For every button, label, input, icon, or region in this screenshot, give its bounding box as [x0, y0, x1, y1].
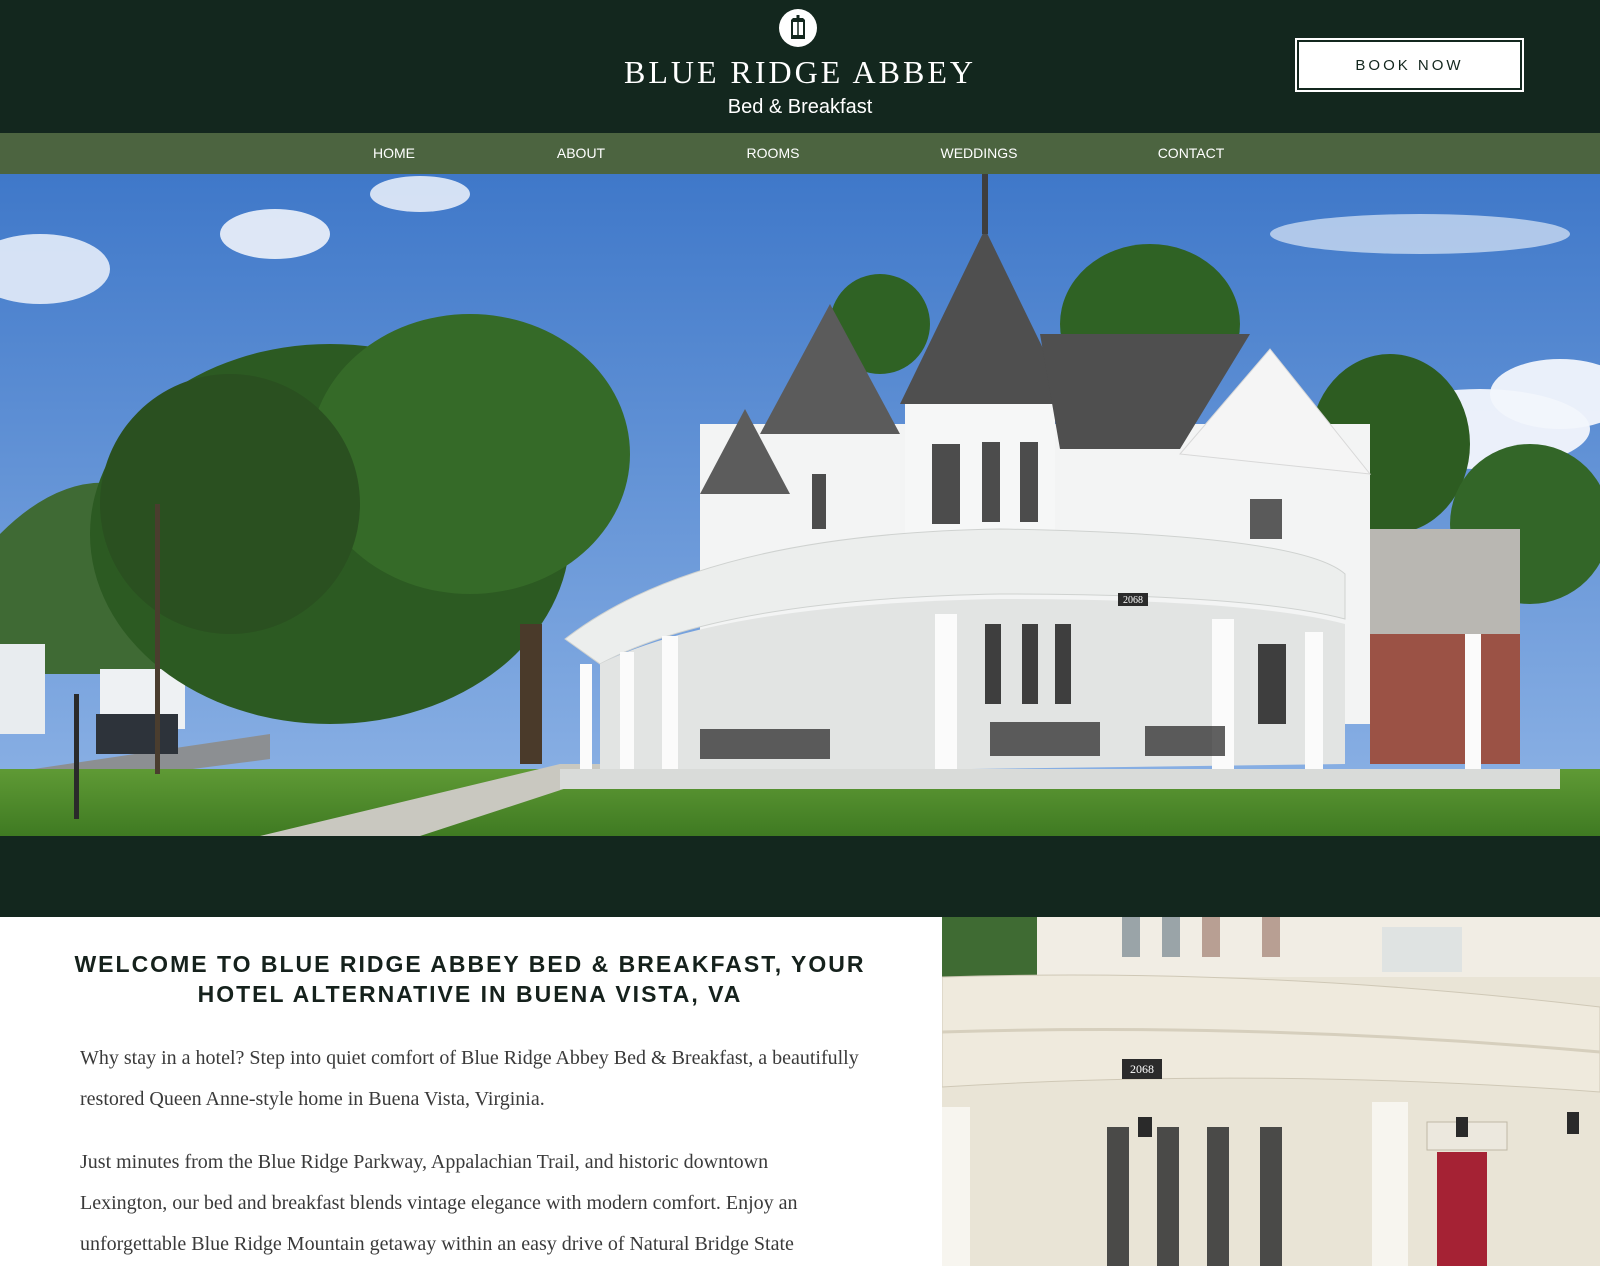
welcome-paragraph-1: Why stay in a hotel? Step into quiet com… [80, 1047, 859, 1110]
nav-item-weddings[interactable]: WEDDINGS [941, 133, 1018, 174]
main-nav: HOME ABOUT ROOMS WEDDINGS CONTACT [0, 133, 1600, 174]
nav-item-about[interactable]: ABOUT [557, 133, 605, 174]
welcome-paragraph-2: Just minutes from the Blue Ridge Parkway… [80, 1151, 798, 1255]
lantern-icon[interactable] [779, 9, 817, 47]
nav-item-home[interactable]: HOME [373, 133, 415, 174]
nav-item-contact[interactable]: CONTACT [1158, 133, 1225, 174]
book-now-button[interactable]: BOOK NOW [1297, 40, 1522, 90]
hero-image: 2068 [0, 174, 1600, 836]
site-header: BLUE RIDGE ABBEY Bed & Breakfast BOOK NO… [0, 0, 1600, 133]
welcome-heading: WELCOME TO BLUE RIDGE ABBEY BED & BREAKF… [74, 951, 866, 1007]
house-number: 2068 [1123, 595, 1143, 606]
nav-item-rooms[interactable]: ROOMS [747, 133, 800, 174]
welcome-section: WELCOME TO BLUE RIDGE ABBEY BED & BREAKF… [0, 917, 942, 1266]
porch-photo: 2068 [942, 917, 1600, 1266]
brand-subtitle: Bed & Breakfast [727, 96, 873, 118]
divider-band [0, 836, 1600, 917]
porch-house-number: 2068 [1130, 1062, 1154, 1076]
